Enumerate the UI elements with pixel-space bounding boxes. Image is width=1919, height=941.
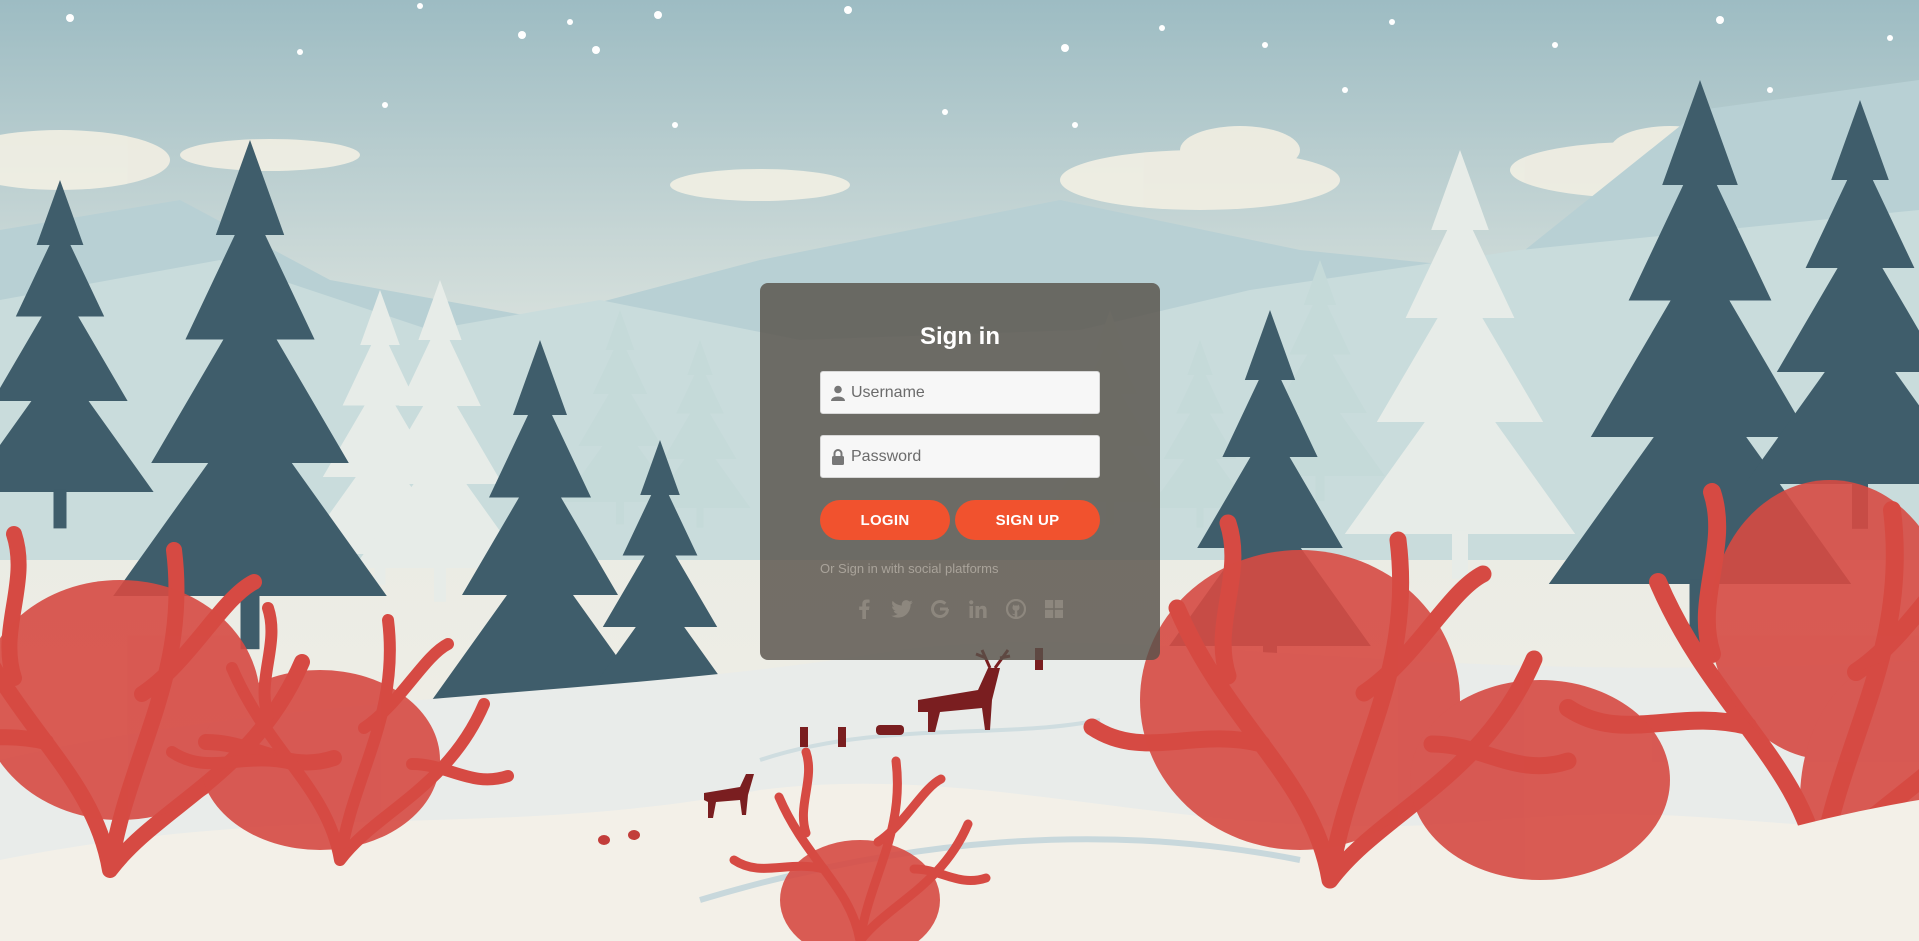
username-field-wrapper[interactable]	[820, 371, 1100, 414]
password-input[interactable]	[851, 447, 1091, 466]
signup-button[interactable]: SIGN UP	[955, 500, 1100, 540]
login-button[interactable]: LOGIN	[820, 500, 950, 540]
facebook-icon[interactable]	[852, 597, 876, 621]
lock-icon	[829, 448, 847, 466]
twitter-icon[interactable]	[890, 597, 914, 621]
user-icon	[829, 384, 847, 402]
github-icon[interactable]	[1004, 597, 1028, 621]
username-input[interactable]	[851, 383, 1091, 402]
social-login-text: Or Sign in with social platforms	[820, 561, 999, 576]
windows-icon[interactable]	[1042, 597, 1066, 621]
password-field-wrapper[interactable]	[820, 435, 1100, 478]
login-card: Sign in LOGIN SIGN UP Or Sign in with so…	[760, 283, 1160, 660]
social-login-icons	[852, 597, 1066, 621]
linkedin-icon[interactable]	[966, 597, 990, 621]
page-title: Sign in	[920, 323, 1000, 350]
google-icon[interactable]	[928, 597, 952, 621]
